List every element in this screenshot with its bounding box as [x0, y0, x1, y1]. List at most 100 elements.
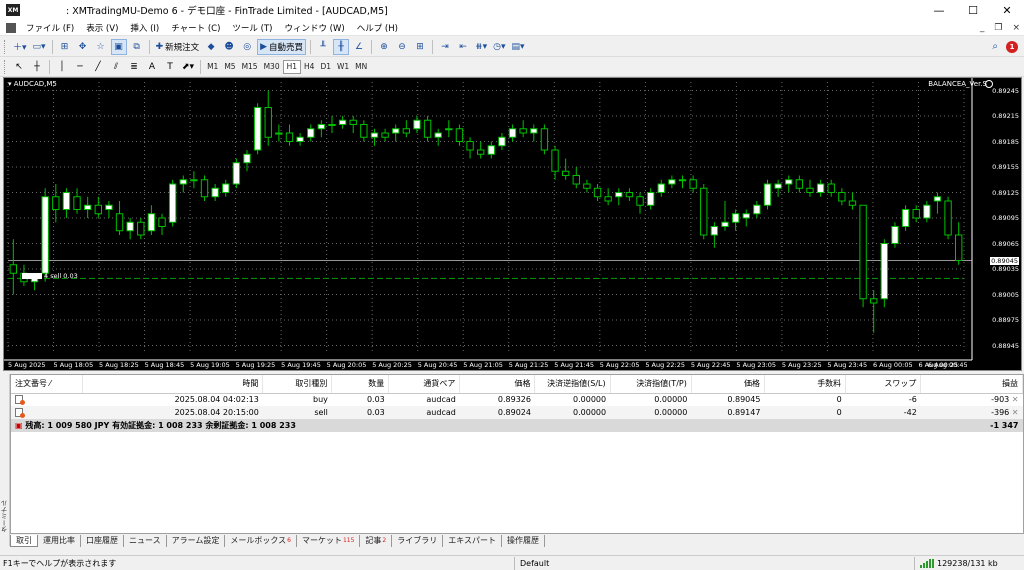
col-price[interactable]: 価格: [691, 375, 765, 394]
table-row[interactable]: 2025.08.04 20:15:00 sell 0.03 audcad 0.8…: [11, 406, 1023, 419]
sl-cell[interactable]: 0.00000: [535, 393, 610, 406]
candlestick-chart[interactable]: [4, 78, 1021, 370]
sl-cell[interactable]: 0.00000: [534, 406, 611, 419]
terminal-icon[interactable]: ▣: [110, 38, 127, 55]
terminal-tab[interactable]: エキスパート: [443, 534, 503, 547]
terminal-tab[interactable]: 運用比率: [38, 534, 81, 547]
new-chart-icon[interactable]: ＋▾: [11, 39, 29, 55]
table-row[interactable]: 2025.08.04 04:02:13 buy 0.03 audcad 0.89…: [11, 393, 1023, 406]
timeframe-m1[interactable]: M1: [204, 60, 221, 74]
terminal-tab[interactable]: ニュース: [124, 534, 167, 547]
line-chart-icon[interactable]: ∠: [351, 39, 367, 55]
col-symbol[interactable]: 通貨ペア: [388, 375, 461, 394]
menu-tools[interactable]: ツール (T): [226, 22, 278, 34]
cursor-icon[interactable]: ↖: [11, 59, 27, 75]
terminal-tab-label: マーケット: [301, 536, 342, 545]
menu-chart[interactable]: チャート (C): [165, 22, 226, 34]
maximize-button[interactable]: ☐: [956, 0, 990, 20]
col-type[interactable]: 取引種別: [262, 375, 333, 394]
timeframe-d1[interactable]: D1: [317, 60, 334, 74]
terminal-tab[interactable]: ライブラリ: [392, 534, 444, 547]
menu-window[interactable]: ウィンドウ (W): [278, 22, 350, 34]
new-order-button[interactable]: ✚ 新規注文: [154, 39, 202, 55]
candle-body: [328, 124, 336, 126]
candle-body: [105, 204, 113, 210]
close-order-icon[interactable]: ✕: [1012, 408, 1019, 417]
col-commission[interactable]: 手数料: [764, 375, 847, 394]
notification-badge[interactable]: 1: [1006, 40, 1018, 53]
timeframe-mn[interactable]: MN: [352, 60, 370, 74]
terminal-tab[interactable]: マーケット 115: [297, 534, 361, 547]
chart-window[interactable]: ▾ AUDCAD,M5 BALANCEA_Ver.S 4 sell 0.03 0…: [3, 77, 1022, 371]
market-icon[interactable]: ◎: [239, 39, 255, 55]
mdi-close-button[interactable]: ×: [1012, 23, 1020, 33]
candlestick-chart-icon[interactable]: ╫: [333, 38, 350, 55]
metaeditor-icon[interactable]: ◆: [203, 39, 219, 55]
close-order-icon[interactable]: ✕: [1012, 395, 1019, 404]
col-time[interactable]: 時間: [82, 375, 264, 394]
col-profit[interactable]: 損益: [920, 375, 1023, 394]
tp-cell[interactable]: 0.00000: [610, 406, 692, 419]
col-sl[interactable]: 決済逆指値(S/L): [534, 375, 611, 394]
candle-body: [721, 221, 729, 227]
menu-file[interactable]: ファイル (F): [20, 22, 80, 34]
timeframe-w1[interactable]: W1: [334, 60, 352, 74]
text-label-icon[interactable]: T: [162, 59, 178, 75]
mdi-minimize-button[interactable]: _: [980, 23, 985, 33]
indicators-icon[interactable]: ⧻▾: [473, 39, 489, 55]
templates-icon[interactable]: ▤▾: [510, 39, 527, 55]
terminal-tab[interactable]: 口座履歴: [81, 534, 124, 547]
col-open-price[interactable]: 価格: [459, 375, 536, 394]
open-price-cell: 0.89326: [497, 395, 531, 405]
terminal-tab[interactable]: 記事 2: [360, 534, 393, 547]
data-window-icon[interactable]: ✥: [75, 39, 91, 55]
menu-insert[interactable]: 挿入 (I): [124, 22, 165, 34]
terminal-tab[interactable]: 操作履歴: [502, 534, 546, 547]
navigator-icon[interactable]: ☆: [93, 39, 109, 55]
close-button[interactable]: ✕: [990, 0, 1024, 20]
col-volume[interactable]: 数量: [331, 375, 390, 394]
trendline-icon[interactable]: ╱: [90, 59, 106, 75]
timeframe-h1[interactable]: H1: [282, 59, 302, 74]
order-line-label[interactable]: 4 sell 0.03: [44, 272, 78, 280]
timeframe-m15[interactable]: M15: [239, 60, 261, 74]
col-swap[interactable]: スワップ: [845, 375, 922, 394]
timeframe-m30[interactable]: M30: [261, 60, 283, 74]
col-ticket[interactable]: 注文番号 ⁄: [11, 375, 83, 394]
profiles-icon[interactable]: ▭▾: [31, 39, 48, 55]
tile-windows-icon[interactable]: ⊞: [412, 39, 428, 55]
search-icon[interactable]: ⌕: [992, 41, 998, 52]
minimize-button[interactable]: —: [922, 0, 956, 20]
col-tp[interactable]: 決済指値(T/P): [610, 375, 692, 394]
terminal-tab[interactable]: アラーム設定: [167, 534, 226, 547]
mdi-restore-button[interactable]: ❐: [994, 23, 1002, 33]
chart-window-icon[interactable]: [6, 22, 16, 33]
equidistant-channel-icon[interactable]: ⫽: [108, 59, 124, 75]
fibonacci-icon[interactable]: ≣: [126, 59, 142, 75]
arrows-icon[interactable]: ⬈▾: [180, 59, 196, 75]
crosshair-icon[interactable]: ┼: [29, 59, 45, 75]
menu-view[interactable]: 表示 (V): [80, 22, 124, 34]
chart-shift-icon[interactable]: ⇤: [455, 39, 471, 55]
timeframe-m5[interactable]: M5: [221, 60, 238, 74]
toolbar-grip[interactable]: [4, 59, 7, 74]
market-watch-icon[interactable]: ⊞: [57, 39, 73, 55]
toolbar-grip[interactable]: [4, 39, 7, 54]
text-icon[interactable]: A: [144, 59, 160, 75]
tp-cell[interactable]: 0.00000: [610, 393, 691, 406]
terminal-tab[interactable]: メールボックス 6: [225, 534, 297, 547]
expert-advisor-label[interactable]: BALANCEA_Ver.S: [928, 80, 987, 88]
menu-help[interactable]: ヘルプ (H): [351, 22, 404, 34]
zoom-in-icon[interactable]: ⊕: [376, 39, 392, 55]
periods-icon[interactable]: ◷▾: [491, 39, 507, 55]
bar-chart-icon[interactable]: ╨: [315, 39, 331, 55]
auto-scroll-icon[interactable]: ⇥: [437, 39, 453, 55]
zoom-out-icon[interactable]: ⊖: [394, 39, 410, 55]
timeframe-h4[interactable]: H4: [301, 60, 317, 74]
horizontal-line-icon[interactable]: ─: [72, 59, 88, 75]
strategy-tester-icon[interactable]: ⧉: [129, 39, 145, 55]
vertical-line-icon[interactable]: │: [54, 59, 70, 75]
auto-trading-button[interactable]: ▶ 自動売買: [257, 38, 307, 55]
terminal-tab[interactable]: 取引: [10, 534, 38, 547]
signals-icon[interactable]: ☻: [221, 39, 237, 55]
